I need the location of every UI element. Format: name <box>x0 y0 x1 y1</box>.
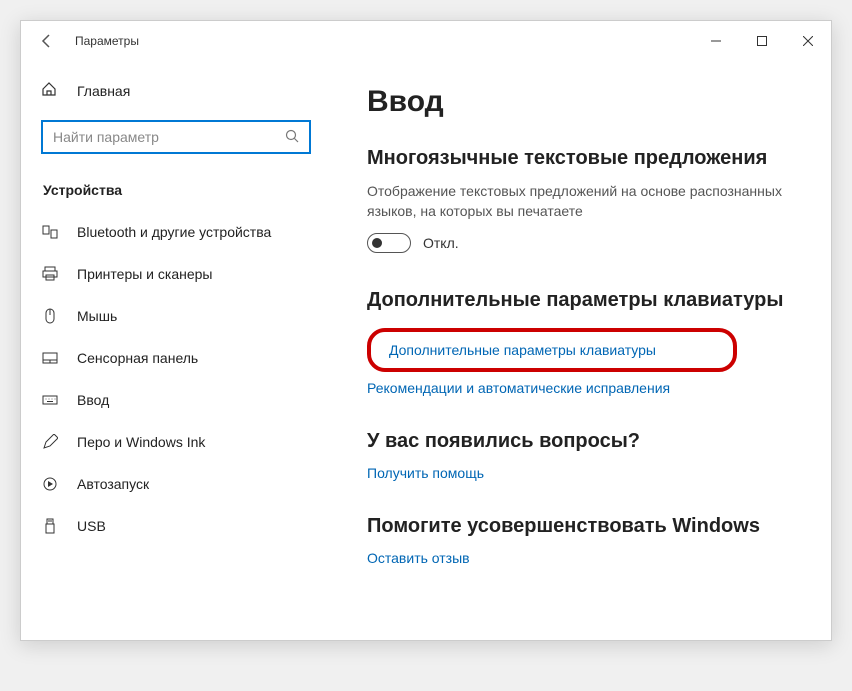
nav-usb[interactable]: USB <box>25 506 327 546</box>
search-input[interactable] <box>53 129 285 145</box>
multilang-section: Многоязычные текстовые предложения Отобр… <box>367 147 795 253</box>
titlebar: Параметры <box>21 21 831 61</box>
content-area: Главная Устройства Bluetooth и другие ус… <box>21 61 831 640</box>
minimize-button[interactable] <box>693 21 739 61</box>
nav-typing[interactable]: Ввод <box>25 380 327 420</box>
nav-touchpad[interactable]: Сенсорная панель <box>25 338 327 378</box>
window-controls <box>693 21 831 61</box>
printer-icon <box>41 266 59 282</box>
feedback-link[interactable]: Оставить отзыв <box>367 550 795 566</box>
keyboard-icon <box>41 392 59 408</box>
nav-pen[interactable]: Перо и Windows Ink <box>25 422 327 462</box>
nav-autoplay[interactable]: Автозапуск <box>25 464 327 504</box>
nav-label: Принтеры и сканеры <box>77 266 212 282</box>
home-label: Главная <box>77 83 130 99</box>
maximize-button[interactable] <box>739 21 785 61</box>
toggle-row: Откл. <box>367 233 795 253</box>
home-nav[interactable]: Главная <box>25 71 327 110</box>
pen-icon <box>41 434 59 450</box>
nav-label: Bluetooth и другие устройства <box>77 224 271 240</box>
autoplay-icon <box>41 476 59 492</box>
bluetooth-icon <box>41 224 59 240</box>
mouse-icon <box>41 308 59 324</box>
close-button[interactable] <box>785 21 831 61</box>
back-button[interactable] <box>39 33 55 49</box>
search-box[interactable] <box>41 120 311 154</box>
advanced-keyboard-link[interactable]: Дополнительные параметры клавиатуры <box>389 342 715 358</box>
nav-label: Ввод <box>77 392 109 408</box>
usb-icon <box>41 518 59 534</box>
section-heading: Помогите усовершенствовать Windows <box>367 515 795 538</box>
nav-label: Перо и Windows Ink <box>77 434 205 450</box>
autocorrect-link[interactable]: Рекомендации и автоматические исправлени… <box>367 380 795 396</box>
toggle-knob <box>372 238 382 248</box>
nav-printers[interactable]: Принтеры и сканеры <box>25 254 327 294</box>
nav-bluetooth[interactable]: Bluetooth и другие устройства <box>25 212 327 252</box>
window-title: Параметры <box>75 34 693 48</box>
section-heading: У вас появились вопросы? <box>367 430 795 453</box>
search-icon <box>285 129 299 146</box>
sidebar: Главная Устройства Bluetooth и другие ус… <box>21 61 331 640</box>
section-heading: Дополнительные параметры клавиатуры <box>367 289 795 312</box>
main-panel: Ввод Многоязычные текстовые предложения … <box>331 61 831 640</box>
home-icon <box>41 81 59 100</box>
nav-label: USB <box>77 518 106 534</box>
page-title: Ввод <box>367 85 795 119</box>
nav-mouse[interactable]: Мышь <box>25 296 327 336</box>
section-desc: Отображение текстовых предложений на осн… <box>367 182 795 221</box>
nav-label: Автозапуск <box>77 476 149 492</box>
highlight-annotation: Дополнительные параметры клавиатуры <box>367 328 737 372</box>
settings-window: Параметры Главная <box>20 20 832 641</box>
category-heading: Устройства <box>25 172 327 212</box>
get-help-link[interactable]: Получить помощь <box>367 465 795 481</box>
section-heading: Многоязычные текстовые предложения <box>367 147 795 170</box>
multilang-toggle[interactable] <box>367 233 411 253</box>
questions-section: У вас появились вопросы? Получить помощь <box>367 430 795 481</box>
keyboard-section: Дополнительные параметры клавиатуры Допо… <box>367 289 795 396</box>
nav-label: Сенсорная панель <box>77 350 198 366</box>
toggle-state-label: Откл. <box>423 235 459 251</box>
nav-label: Мышь <box>77 308 117 324</box>
touchpad-icon <box>41 350 59 366</box>
feedback-section: Помогите усовершенствовать Windows Остав… <box>367 515 795 566</box>
